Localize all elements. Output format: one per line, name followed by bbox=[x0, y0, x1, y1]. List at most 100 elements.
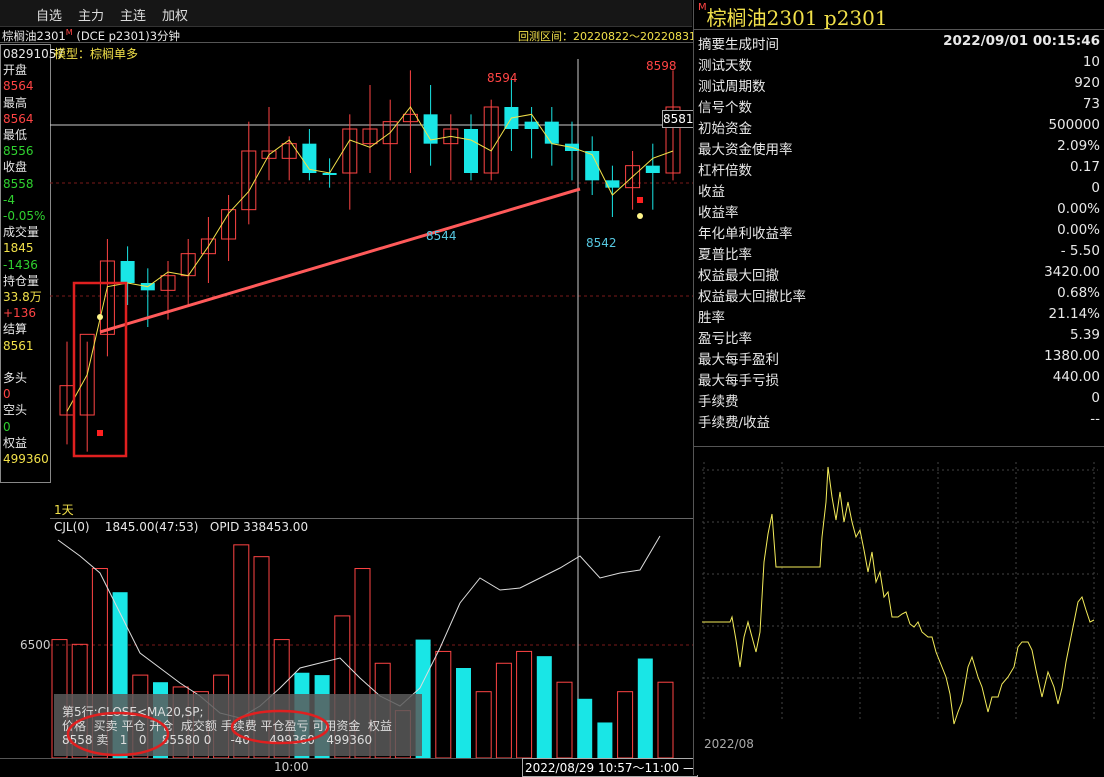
info-line: 空头 bbox=[3, 403, 28, 418]
stat-value: 0.17 bbox=[1069, 159, 1100, 175]
stat-value: 0.00% bbox=[1057, 222, 1100, 238]
stat-value: 0 bbox=[1091, 390, 1100, 406]
stat-value: 21.14% bbox=[1048, 306, 1100, 322]
info-line: 成交量 bbox=[3, 225, 40, 240]
high-price-label-2: 8598 bbox=[646, 59, 677, 73]
stat-label: 胜率 bbox=[698, 310, 725, 326]
stat-value: 1380.00 bbox=[1044, 348, 1100, 364]
volume-bar bbox=[556, 681, 573, 758]
stat-row: 杠杆倍数 0.17 bbox=[698, 157, 1100, 179]
high-price-label-1: 8594 bbox=[487, 71, 518, 85]
stat-value: -- bbox=[1090, 411, 1100, 427]
buy-signal-icon bbox=[97, 430, 103, 436]
stat-label: 收益 bbox=[698, 184, 725, 200]
stat-label: 最大每手盈利 bbox=[698, 352, 779, 368]
candle-body bbox=[524, 121, 539, 129]
stat-value: 5.39 bbox=[1069, 327, 1100, 343]
low-price-label-2: 8542 bbox=[586, 236, 617, 250]
stat-value: 2.09% bbox=[1057, 138, 1100, 154]
info-line: 8564 bbox=[3, 111, 34, 126]
cursor-price-tag: 8581 bbox=[662, 110, 694, 128]
info-line: 结算 bbox=[3, 322, 28, 337]
top-menu-bar: 自选 主力 主连 加权 bbox=[0, 0, 692, 27]
equity-curve bbox=[702, 466, 1095, 725]
low-price-label-1: 8544 bbox=[426, 229, 457, 243]
stat-label: 手续费 bbox=[698, 394, 739, 410]
info-line: 8564 bbox=[3, 79, 34, 94]
panel-title-text: 棕榈油2301 p2301 bbox=[706, 6, 888, 30]
info-line: 多头 bbox=[3, 371, 28, 385]
volume-bar bbox=[637, 658, 653, 758]
volume-bar bbox=[577, 698, 593, 758]
stat-row: 手续费 0 bbox=[698, 388, 1100, 410]
info-line: 权益 bbox=[3, 435, 28, 450]
stat-label: 权益最大回撤 bbox=[698, 268, 779, 284]
stat-row: 夏普比率 - 5.50 bbox=[698, 241, 1100, 263]
info-line: -0.05% bbox=[3, 209, 46, 223]
info-line: 0 bbox=[3, 419, 11, 434]
period-label: 1天 bbox=[54, 503, 74, 517]
stat-label: 年化单利收益率 bbox=[698, 226, 793, 242]
time-tick: 10:00 bbox=[274, 760, 309, 774]
stat-label: 最大资金使用率 bbox=[698, 142, 793, 158]
volume-scale-label: 6500 bbox=[20, 638, 51, 652]
info-line: 8561 bbox=[3, 338, 34, 353]
panel-title: M棕榈油2301 p2301 bbox=[698, 2, 888, 31]
volume-bar bbox=[456, 668, 471, 758]
menu-item-weighted[interactable]: 加权 bbox=[162, 5, 188, 24]
stat-label: 摘要生成时间 bbox=[698, 37, 779, 53]
volume-bar bbox=[516, 650, 533, 758]
stat-row: 权益最大回撤 3420.00 bbox=[698, 262, 1100, 284]
stat-label: 盈亏比率 bbox=[698, 331, 752, 347]
stat-row: 信号个数 73 bbox=[698, 94, 1100, 116]
candle-body bbox=[605, 180, 620, 188]
stat-row: 最大每手亏损 440.00 bbox=[698, 367, 1100, 389]
model-label: 模型：棕榈单多 bbox=[54, 47, 139, 61]
menu-item-main-continuous[interactable]: 主连 bbox=[120, 5, 146, 24]
stat-row: 测试周期数 920 bbox=[698, 73, 1100, 95]
candle-body bbox=[645, 165, 660, 173]
stat-row: 权益最大回撤比率 0.68% bbox=[698, 283, 1100, 305]
stat-row: 最大每手盈利 1380.00 bbox=[698, 346, 1100, 368]
stat-row: 初始资金 500000 bbox=[698, 115, 1100, 137]
menu-item-main[interactable]: 主力 bbox=[78, 5, 104, 24]
stat-value: - 5.50 bbox=[1060, 243, 1100, 259]
stat-label: 权益最大回撤比率 bbox=[698, 289, 806, 305]
equity-divider bbox=[694, 446, 1104, 447]
exchange-code: (DCE p2301)3分钟 bbox=[76, 29, 181, 43]
info-line: 1845 bbox=[3, 241, 34, 256]
stat-row: 最大资金使用率 2.09% bbox=[698, 136, 1100, 158]
info-line: 持仓量 bbox=[3, 273, 40, 288]
menu-item-watchlist[interactable]: 自选 bbox=[36, 5, 62, 24]
info-line: +136 bbox=[3, 306, 36, 321]
volume-bar bbox=[435, 650, 452, 758]
stat-value: 3420.00 bbox=[1044, 264, 1100, 280]
backtest-summary-panel: M棕榈油2301 p2301 摘要生成时间 2022/09/01 00:15:46… bbox=[693, 0, 1104, 775]
stat-label: 初始资金 bbox=[698, 121, 752, 137]
info-line: 0 bbox=[3, 387, 11, 402]
info-line: 最低 bbox=[3, 128, 28, 142]
stat-row: 胜率 21.14% bbox=[698, 304, 1100, 326]
stat-label: 测试周期数 bbox=[698, 79, 766, 95]
stat-label: 收益率 bbox=[698, 205, 739, 221]
volume-bar bbox=[475, 691, 492, 758]
info-line: 499360 bbox=[3, 452, 49, 466]
info-line: 最高 bbox=[3, 95, 28, 110]
trend-line bbox=[99, 187, 581, 334]
cursor-time-tag: 2022/08/29 10:57～11:00 — bbox=[522, 758, 698, 777]
info-line: -4 bbox=[3, 192, 15, 207]
info-line: 8558 bbox=[3, 176, 34, 191]
stat-label: 信号个数 bbox=[698, 100, 752, 116]
stat-row: 盈亏比率 5.39 bbox=[698, 325, 1100, 347]
stat-row: 摘要生成时间 2022/09/01 00:15:46 bbox=[698, 31, 1100, 53]
equity-curve-chart[interactable] bbox=[702, 462, 1098, 732]
info-line: 8556 bbox=[3, 144, 34, 159]
stat-row: 手续费/收益 -- bbox=[698, 409, 1100, 431]
stat-label: 夏普比率 bbox=[698, 247, 752, 263]
symbol-name: 棕榈油2301 bbox=[2, 29, 66, 43]
volume-bar bbox=[495, 662, 512, 758]
volume-bar bbox=[597, 722, 613, 758]
candle-body bbox=[120, 261, 135, 283]
stat-row: 年化单利收益率 0.00% bbox=[698, 220, 1100, 242]
candlestick-chart[interactable] bbox=[50, 43, 693, 518]
